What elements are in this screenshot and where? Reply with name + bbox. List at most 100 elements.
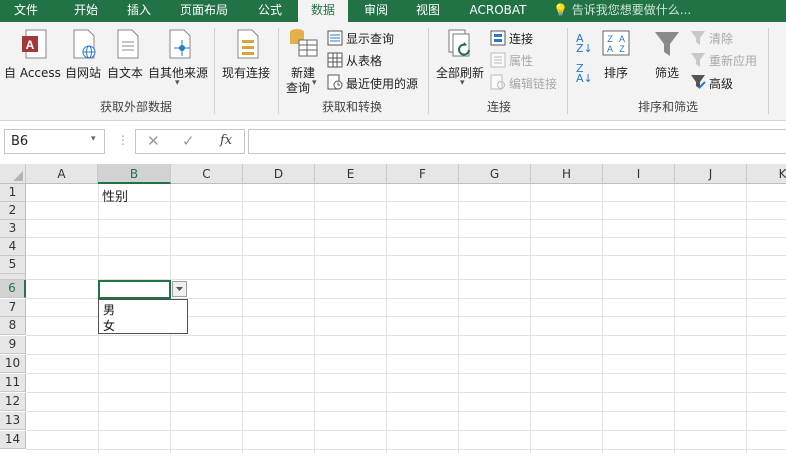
web-page-icon — [73, 29, 96, 59]
select-all-corner[interactable] — [0, 164, 26, 184]
row-header-1[interactable]: 1 — [0, 184, 26, 202]
gridline — [26, 335, 786, 336]
gridline — [26, 373, 786, 374]
dropdown-option-female[interactable]: 女 — [103, 317, 115, 334]
column-header-i[interactable]: I — [603, 164, 675, 184]
tab-data[interactable]: 数据 — [298, 0, 348, 23]
validation-dropdown-button[interactable] — [172, 281, 187, 297]
dropdown-arrow-icon — [176, 287, 183, 291]
gridline — [26, 201, 786, 202]
gridline — [26, 392, 786, 393]
row-header-12[interactable]: 12 — [0, 393, 26, 411]
tell-me-box[interactable]: 💡 告诉我您想要做什么... — [553, 0, 691, 22]
clock-document-icon — [327, 74, 343, 90]
cell-b1[interactable]: 性别 — [102, 186, 128, 205]
chevron-down-icon: ▾ — [460, 78, 465, 88]
gridline — [26, 219, 786, 220]
column-header-c[interactable]: C — [171, 164, 243, 184]
insert-function-icon[interactable]: fx — [220, 133, 232, 148]
chevron-down-icon[interactable]: ▾ — [91, 134, 96, 144]
row-header-3[interactable]: 3 — [0, 220, 26, 238]
connections-icon — [490, 30, 506, 46]
gridline — [314, 184, 315, 453]
ribbon-panel: A 自 Access 自网站 自文本 自其他来源 ▾ 现有连接 获取外部数据 新… — [0, 22, 786, 121]
column-header-f[interactable]: F — [387, 164, 459, 184]
column-header-d[interactable]: D — [243, 164, 315, 184]
gridline — [746, 184, 747, 453]
column-header-b[interactable]: B — [98, 164, 171, 184]
row-header-4[interactable]: 4 — [0, 238, 26, 256]
reapply-icon — [691, 53, 705, 67]
group-label-get-external: 获取外部数据 — [100, 100, 173, 114]
tab-insert[interactable]: 插入 — [112, 0, 166, 22]
row-header-11[interactable]: 11 — [0, 374, 26, 392]
name-box[interactable]: B6 ▾ — [4, 129, 105, 154]
row-header-8[interactable]: 8 — [0, 317, 26, 335]
row-header-filler — [0, 274, 26, 280]
formula-input[interactable] — [248, 129, 786, 154]
properties-icon — [490, 52, 506, 68]
lightbulb-icon: 💡 — [553, 3, 568, 17]
table-icon — [327, 52, 343, 68]
gridline — [26, 354, 786, 355]
gridline — [602, 184, 603, 453]
svg-text:A: A — [607, 44, 613, 54]
row-header-10[interactable]: 10 — [0, 355, 26, 373]
gridline — [530, 184, 531, 453]
formula-buttons: ✕ ✓ fx — [135, 129, 245, 154]
row-header-13[interactable]: 13 — [0, 412, 26, 430]
show-queries-icon — [327, 30, 343, 46]
row-header-14[interactable]: 14 — [0, 431, 26, 449]
tab-review[interactable]: 审阅 — [352, 0, 400, 22]
svg-text:A: A — [619, 34, 625, 44]
refresh-all-icon — [448, 29, 470, 57]
advanced-filter-icon — [691, 75, 706, 89]
svg-text:A: A — [26, 38, 35, 52]
row-header-9[interactable]: 9 — [0, 336, 26, 354]
cancel-icon[interactable]: ✕ — [147, 132, 160, 150]
gridline — [26, 449, 786, 450]
group-divider — [428, 28, 429, 114]
column-header-g[interactable]: G — [459, 164, 531, 184]
enter-check-icon[interactable]: ✓ — [182, 132, 195, 150]
edit-links-icon — [490, 74, 505, 90]
column-header-h[interactable]: H — [531, 164, 603, 184]
row-header-5[interactable]: 5 — [0, 256, 26, 274]
clear-filter-icon — [691, 31, 705, 45]
gridline — [242, 184, 243, 453]
svg-text:Z: Z — [619, 44, 625, 54]
formula-bar: B6 ▾ ⋮ ✕ ✓ fx — [0, 121, 786, 163]
column-header-a[interactable]: A — [26, 164, 98, 184]
tab-page-layout[interactable]: 页面布局 — [170, 0, 238, 22]
row-header-2[interactable]: 2 — [0, 202, 26, 220]
gridline — [458, 184, 459, 453]
active-cell-b6[interactable] — [98, 280, 171, 299]
group-divider — [768, 28, 769, 114]
chevron-down-icon: ▾ — [175, 78, 180, 88]
tab-view[interactable]: 视图 — [404, 0, 452, 22]
access-icon: A — [22, 29, 47, 59]
sort-dialog-icon: Z A A Z — [602, 30, 630, 56]
new-query-icon — [290, 29, 318, 57]
tab-home[interactable]: 开始 — [58, 0, 114, 22]
text-file-icon — [117, 29, 139, 59]
svg-text:Z: Z — [607, 34, 613, 44]
group-label-connections: 连接 — [487, 100, 512, 114]
select-all-triangle-icon — [13, 171, 23, 181]
tab-file[interactable]: 文件 — [0, 0, 52, 22]
dropdown-option-male[interactable]: 男 — [103, 301, 115, 318]
gridline — [26, 430, 786, 431]
gridline — [26, 255, 786, 256]
resize-handle-icon[interactable]: ⋮ — [117, 133, 129, 147]
group-divider — [214, 28, 215, 114]
row-header-7[interactable]: 7 — [0, 299, 26, 317]
column-header-j[interactable]: J — [675, 164, 747, 184]
column-header-k[interactable]: K — [747, 164, 786, 184]
row-header-6[interactable]: 6 — [0, 280, 26, 298]
other-sources-icon — [169, 29, 191, 59]
validation-dropdown-list: 男 女 — [98, 299, 188, 334]
gridline — [26, 237, 786, 238]
column-header-e[interactable]: E — [315, 164, 387, 184]
tab-formulas[interactable]: 公式 — [246, 0, 294, 22]
tab-acrobat[interactable]: ACROBAT — [460, 0, 536, 22]
